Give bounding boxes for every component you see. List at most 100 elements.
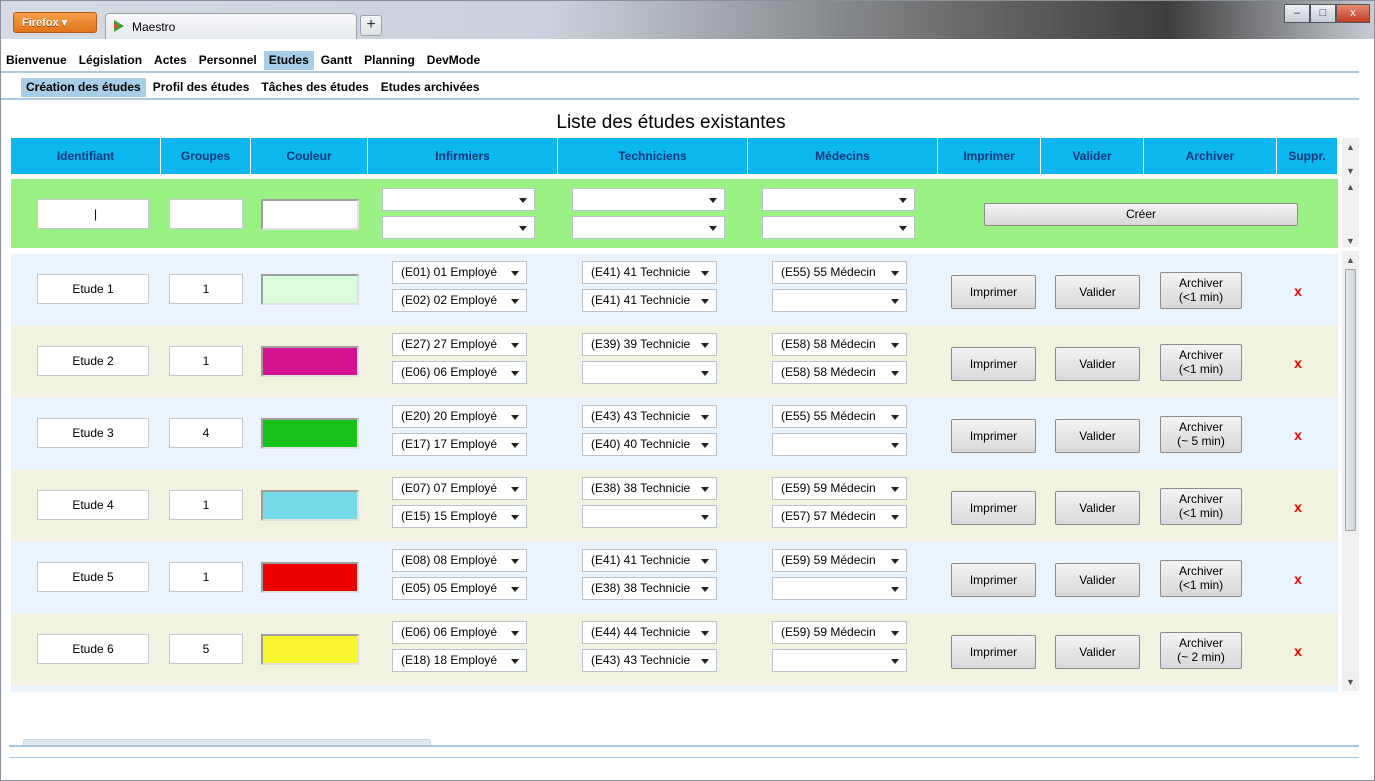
archive-button[interactable]: Archiver (<1 min) [1160,344,1242,381]
submenu-item-taches-des-etudes[interactable]: Tâches des études [256,78,373,97]
create-button[interactable]: Créer [984,203,1298,226]
medecin-select[interactable] [772,289,907,312]
submenu-item-profil-des-etudes[interactable]: Profil des études [148,78,255,97]
archive-button[interactable]: Archiver (~ 5 min) [1160,416,1242,453]
technicien-select[interactable]: (E41) 41 Technicie [582,289,717,312]
scroll-down-icon[interactable]: ▼ [1346,236,1355,246]
identifiant-field[interactable]: Etude 2 [37,346,149,376]
medecin-select[interactable] [772,649,907,672]
menu-item-personnel[interactable]: Personnel [194,51,262,70]
technicien-select[interactable]: (E41) 41 Technicie [582,261,717,284]
new-technicien-select-2[interactable] [572,216,725,239]
delete-button[interactable]: x [1283,499,1313,515]
technicien-select[interactable]: (E39) 39 Technicie [582,333,717,356]
infirmier-select[interactable]: (E06) 06 Employé [392,621,527,644]
groupes-field[interactable]: 1 [169,346,243,376]
medecin-select[interactable]: (E58) 58 Médecin [772,361,907,384]
print-button[interactable]: Imprimer [951,635,1036,669]
minimize-button[interactable]: – [1284,4,1310,23]
delete-button[interactable]: x [1283,283,1313,299]
technicien-select[interactable]: (E44) 44 Technicie [582,621,717,644]
menu-item-actes[interactable]: Actes [149,51,192,70]
menu-item-etudes[interactable]: Etudes [263,50,314,70]
identifiant-field[interactable]: Etude 6 [37,634,149,664]
new-technicien-select-1[interactable] [572,188,725,211]
print-button[interactable]: Imprimer [951,347,1036,381]
scroll-down-icon[interactable]: ▼ [1346,677,1355,687]
close-window-button[interactable]: x [1336,4,1370,23]
new-color-picker[interactable] [261,199,359,230]
groupes-field[interactable]: 5 [169,634,243,664]
delete-button[interactable]: x [1283,643,1313,659]
medecin-select[interactable]: (E58) 58 Médecin [772,333,907,356]
archive-button[interactable]: Archiver (<1 min) [1160,560,1242,597]
menu-item-gantt[interactable]: Gantt [316,51,357,70]
new-tab-button[interactable]: + [360,15,382,36]
header-scrollbar[interactable]: ▲ ▼ ▲ ▼ [1342,138,1359,247]
technicien-select[interactable]: (E43) 43 Technicie [582,649,717,672]
menu-item-legislation[interactable]: Législation [74,51,147,70]
validate-button[interactable]: Valider [1055,275,1140,309]
identifiant-field[interactable]: Etude 1 [37,274,149,304]
medecin-select[interactable]: (E55) 55 Médecin [772,405,907,428]
print-button[interactable]: Imprimer [951,491,1036,525]
delete-button[interactable]: x [1283,355,1313,371]
groupes-field[interactable]: 1 [169,274,243,304]
infirmier-select[interactable]: (E01) 01 Employé [392,261,527,284]
infirmier-select[interactable]: (E17) 17 Employé [392,433,527,456]
infirmier-select[interactable]: (E07) 07 Employé [392,477,527,500]
scroll-down-icon[interactable]: ▼ [1346,166,1355,176]
new-infirmier-select-1[interactable] [382,188,535,211]
identifiant-field[interactable]: Etude 3 [37,418,149,448]
medecin-select[interactable] [772,577,907,600]
validate-button[interactable]: Valider [1055,635,1140,669]
new-groupes-input[interactable] [169,199,243,229]
scroll-up-icon[interactable]: ▲ [1346,142,1355,152]
delete-button[interactable]: x [1283,571,1313,587]
technicien-select[interactable]: (E41) 41 Technicie [582,549,717,572]
menu-item-bienvenue[interactable]: Bienvenue [1,51,72,70]
infirmier-select[interactable]: (E08) 08 Employé [392,549,527,572]
print-button[interactable]: Imprimer [951,563,1036,597]
submenu-item-creation-des-etudes[interactable]: Création des études [21,77,146,97]
archive-button[interactable]: Archiver (<1 min) [1160,272,1242,309]
identifiant-field[interactable]: Etude 5 [37,562,149,592]
medecin-select[interactable]: (E55) 55 Médecin [772,261,907,284]
maximize-button[interactable]: □ [1310,4,1336,23]
technicien-select[interactable]: (E40) 40 Technicie [582,433,717,456]
technicien-select[interactable]: (E38) 38 Technicie [582,577,717,600]
print-button[interactable]: Imprimer [951,275,1036,309]
infirmier-select[interactable]: (E18) 18 Employé [392,649,527,672]
medecin-select[interactable]: (E59) 59 Médecin [772,549,907,572]
new-medecin-select-1[interactable] [762,188,915,211]
validate-button[interactable]: Valider [1055,491,1140,525]
scroll-up-icon[interactable]: ▲ [1346,182,1355,192]
technicien-select[interactable]: (E38) 38 Technicie [582,477,717,500]
submenu-item-etudes-archivees[interactable]: Etudes archivées [376,78,485,97]
infirmier-select[interactable]: (E15) 15 Employé [392,505,527,528]
validate-button[interactable]: Valider [1055,347,1140,381]
medecin-select[interactable]: (E59) 59 Médecin [772,621,907,644]
print-button[interactable]: Imprimer [951,419,1036,453]
identifiant-field[interactable]: Etude 4 [37,490,149,520]
color-swatch[interactable] [261,418,359,449]
menu-item-planning[interactable]: Planning [359,51,420,70]
medecin-select[interactable]: (E57) 57 Médecin [772,505,907,528]
validate-button[interactable]: Valider [1055,419,1140,453]
infirmier-select[interactable]: (E02) 02 Employé [392,289,527,312]
rows-scrollbar[interactable]: ▲ ▼ [1342,251,1359,691]
medecin-select[interactable] [772,433,907,456]
technicien-select[interactable]: (E43) 43 Technicie [582,405,717,428]
groupes-field[interactable]: 1 [169,490,243,520]
new-identifiant-input[interactable]: | [37,199,149,229]
scrollbar-thumb[interactable] [1345,269,1356,531]
infirmier-select[interactable]: (E05) 05 Employé [392,577,527,600]
color-swatch[interactable] [261,634,359,665]
new-infirmier-select-2[interactable] [382,216,535,239]
browser-tab[interactable]: Maestro [105,13,357,39]
menu-item-devmode[interactable]: DevMode [422,51,485,70]
infirmier-select[interactable]: (E20) 20 Employé [392,405,527,428]
groupes-field[interactable]: 4 [169,418,243,448]
groupes-field[interactable]: 1 [169,562,243,592]
new-medecin-select-2[interactable] [762,216,915,239]
